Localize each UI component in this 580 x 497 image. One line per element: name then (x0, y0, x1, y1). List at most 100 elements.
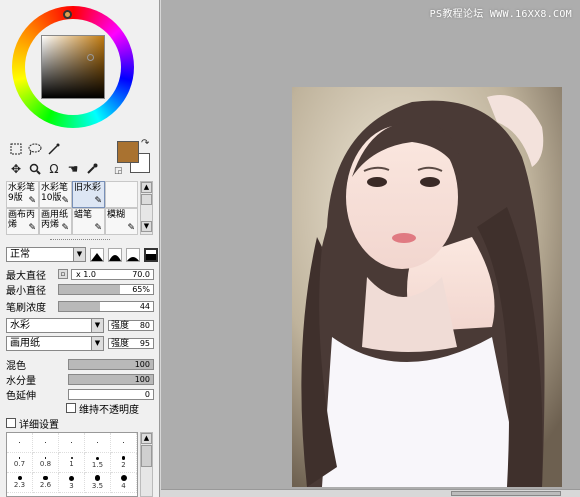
brush-scrollbar[interactable]: ▲ ▼ (140, 181, 153, 235)
brush-size-cell[interactable]: 2.3 (7, 473, 33, 493)
density-row: 笔刷浓度 44 (6, 299, 154, 314)
brush-slot[interactable]: 模糊 ✎ (105, 208, 138, 235)
size-label: 2.3 (13, 481, 26, 489)
pen-icon: ✎ (28, 223, 36, 233)
brush-slot-empty[interactable] (105, 181, 138, 208)
size-dot (94, 475, 101, 481)
brush-size-cell[interactable] (59, 433, 85, 453)
chevron-down-icon: ▼ (73, 248, 85, 261)
chevron-down-icon: ▼ (91, 318, 103, 332)
swap-colors-icon[interactable]: ↷ (141, 138, 149, 149)
size-lock-button[interactable]: ▫ (58, 269, 68, 279)
brush-grid: 水彩笔9版 ✎ 水彩笔10版 ✎ 旧水彩 ✎ 画布丙烯 ✎ 画用纸丙烯 ✎ 蜡笔 ✎ 模糊 ✎ (6, 181, 138, 235)
size-label: 4 (121, 482, 126, 490)
scroll-thumb[interactable] (141, 445, 152, 467)
keep-opacity-checkbox[interactable] (66, 403, 76, 413)
extend-row: 色延伸 0 (6, 387, 154, 402)
size-dot (70, 457, 73, 459)
rect-select-icon[interactable] (8, 141, 24, 157)
brush-shape-medium[interactable] (108, 247, 122, 262)
magic-wand-icon[interactable] (46, 141, 62, 157)
brush-size-cell[interactable]: 2.6 (33, 473, 59, 493)
brush-slot[interactable]: 画用纸丙烯 ✎ (39, 208, 72, 235)
color-wheel[interactable] (10, 6, 148, 130)
brush-size-cell[interactable] (111, 433, 137, 453)
texture-strength-1[interactable]: 强度 80 (108, 319, 154, 331)
size-dot (96, 456, 99, 460)
brush-size-cell[interactable]: 3 (59, 473, 85, 493)
blend-row-param: 混色 100 (6, 357, 154, 372)
brush-slot[interactable]: 水彩笔9版 ✎ (6, 181, 39, 208)
brush-shape-flat[interactable] (144, 247, 158, 262)
texture-select-1[interactable]: 水彩 ▼ (6, 317, 104, 333)
main-color-swatch[interactable] (117, 141, 139, 163)
brush-slot[interactable]: 蜡笔 ✎ (72, 208, 105, 235)
size-label: 2.6 (39, 481, 52, 490)
pen-icon: ✎ (127, 223, 135, 233)
lasso-icon[interactable] (27, 141, 43, 157)
reset-colors-icon[interactable]: ◲ (114, 166, 123, 176)
brush-size-cell[interactable]: 1 (59, 453, 85, 473)
blend-mode-select[interactable]: 正常 ▼ (6, 247, 86, 262)
color-picker-marker[interactable] (87, 54, 94, 61)
keep-opacity-row: 维持不透明度 (66, 401, 159, 416)
min-diameter-slider[interactable]: 65% (58, 283, 154, 295)
scroll-up-icon[interactable]: ▲ (141, 433, 152, 444)
rotate-icon[interactable]: Ω (46, 161, 62, 177)
brush-size-cell[interactable]: 3.5 (85, 473, 111, 493)
brush-shape-hard[interactable] (90, 247, 104, 262)
brush-size-cell[interactable] (7, 433, 33, 453)
size-dot (120, 475, 127, 481)
size-dot (44, 457, 47, 459)
brush-slot[interactable]: 水彩笔10版 ✎ (39, 181, 72, 208)
canvas-image[interactable] (292, 87, 562, 487)
size-label: 3 (69, 481, 74, 490)
move-icon[interactable]: ✥ (8, 161, 24, 177)
size-dot (45, 441, 46, 443)
details-checkbox[interactable] (6, 418, 16, 428)
size-dot (17, 476, 22, 480)
min-diameter-row: 最小直径 65% (6, 282, 154, 297)
pen-icon: ✎ (61, 223, 69, 233)
water-slider[interactable]: 100 (68, 373, 154, 385)
size-dot (121, 456, 126, 460)
saturation-value-square[interactable] (41, 35, 105, 99)
brush-shape-soft[interactable] (126, 247, 140, 262)
tool-panel: ✥ Ω ☚ ↷ ◲ 水彩笔9版 ✎ 水彩笔10版 ✎ 旧水彩 ✎ 画布丙烯 ✎ 画用纸丙… (0, 0, 160, 497)
texture-select-2[interactable]: 画用纸 ▼ (6, 335, 104, 351)
panel-splitter[interactable] (50, 239, 110, 242)
extend-slider[interactable]: 0 (68, 388, 154, 400)
canvas-area[interactable]: PS教程论坛 WWW.16XX8.COM (160, 0, 580, 497)
pen-icon: ✎ (94, 223, 102, 233)
toolbox: ✥ Ω ☚ (8, 141, 112, 181)
hue-marker[interactable] (63, 10, 72, 19)
brush-size-cell[interactable]: 2 (111, 453, 137, 473)
brush-size-panel: 0.7 0.8 1 1.5 2 2.3 2.6 3 3.5 4 (6, 432, 138, 497)
scroll-down-icon[interactable]: ▼ (141, 221, 152, 232)
scroll-thumb[interactable] (141, 194, 152, 205)
blend-row: 正常 ▼ (6, 247, 158, 262)
brush-size-cell[interactable] (85, 433, 111, 453)
chevron-down-icon: ▼ (91, 336, 103, 350)
brush-slot-selected[interactable]: 旧水彩 ✎ (72, 181, 105, 208)
size-dot (69, 475, 74, 481)
brush-size-cell[interactable]: 0.7 (7, 453, 33, 473)
size-label: 1 (69, 460, 74, 468)
brush-size-cell[interactable]: 1.5 (85, 453, 111, 473)
brush-size-cell[interactable]: 0.8 (33, 453, 59, 473)
density-slider[interactable]: 44 (58, 300, 154, 312)
size-dot (18, 457, 21, 459)
brush-size-cell[interactable]: 4 (111, 473, 137, 493)
brush-size-cell[interactable] (33, 433, 59, 453)
brush-slot[interactable]: 画布丙烯 ✎ (6, 208, 39, 235)
blend-slider[interactable]: 100 (68, 358, 154, 370)
scroll-thumb[interactable] (451, 491, 561, 496)
eyedropper-icon[interactable] (84, 161, 100, 177)
size-scrollbar[interactable]: ▲ (140, 432, 153, 497)
hand-icon[interactable]: ☚ (65, 161, 81, 177)
horizontal-scrollbar[interactable] (161, 489, 580, 497)
max-diameter-slider[interactable]: x 1.0 70.0 (71, 268, 154, 280)
scroll-up-icon[interactable]: ▲ (141, 182, 152, 193)
texture-strength-2[interactable]: 强度 95 (108, 337, 154, 349)
zoom-icon[interactable] (27, 161, 43, 177)
